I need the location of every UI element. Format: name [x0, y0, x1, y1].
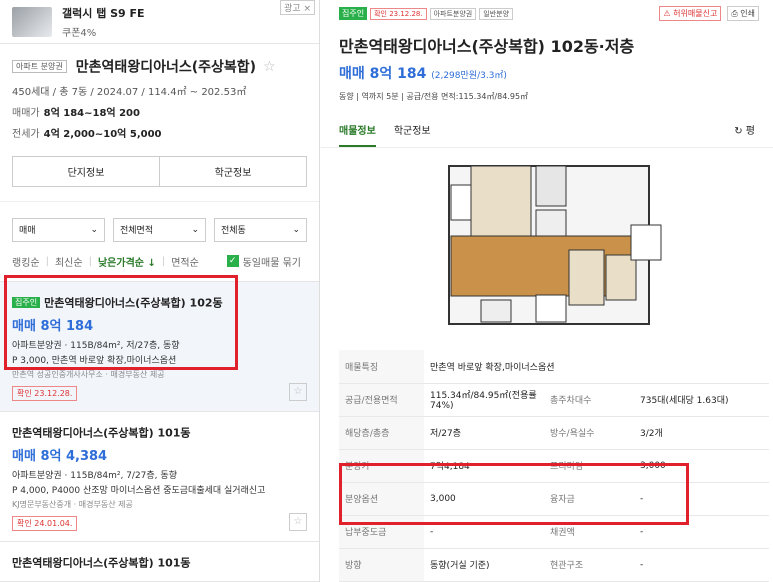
building-select[interactable]: 전체동 ⌄ — [214, 217, 307, 242]
complex-title: 만촌역태왕디아너스(주상복합) — [75, 59, 257, 76]
item-title: 만촌역태왕디아너스(주상복합) 101동 — [12, 426, 191, 439]
chevron-down-icon: ⌄ — [191, 224, 199, 235]
sort-area[interactable]: 면적순 — [171, 254, 199, 269]
complex-buttons: 단지정보 학군정보 — [12, 155, 307, 187]
complex-summary: 아파트 분양권 만촌역태왕디아너스(주상복합) ☆ 450세대 / 총 7동 /… — [0, 44, 319, 140]
star-icon[interactable]: ☆ — [263, 59, 276, 75]
chevron-down-icon: ⌄ — [90, 224, 98, 235]
item-price: 매매 8억 4,384 — [12, 448, 108, 464]
ad-thumbnail — [12, 6, 52, 37]
tab-listing-info[interactable]: 매물정보 — [339, 122, 376, 147]
complex-info-button[interactable]: 단지정보 — [13, 157, 159, 186]
lease-price-row: 전세가 4억 2,000~10억 5,000 — [12, 125, 307, 140]
print-button[interactable]: ⎙ 인쇄 — [727, 6, 759, 21]
lease-price-value: 4억 2,000~10억 5,000 — [43, 128, 162, 140]
item-source: KJ명문부동산중개 · 매경부동산 제공 — [12, 499, 133, 509]
detail-summary: 동향 | 역까지 5분 | 공급/전용 면적:115.34㎡/84.95㎡ — [339, 92, 529, 101]
ad-banner[interactable]: 갤럭시 탭 S9 FE 쿠폰4% 광고 × — [0, 0, 319, 44]
siren-icon: ⚠ — [663, 9, 671, 18]
table-row: 방향 동향(거실 기준) 현관구조 - — [339, 548, 769, 582]
ad-title: 갤럭시 탭 S9 FE — [62, 6, 145, 20]
sort-ranking[interactable]: 랭킹순 — [12, 254, 40, 269]
report-button[interactable]: ⚠ 허위매물신고 — [659, 6, 722, 21]
area-unit-toggle[interactable]: ↻ 평 — [734, 122, 755, 147]
detail-header-tags: 집주인 확인 23.12.28. 아파트분양권 일반분양 ⚠ 허위매물신고 ⎙ … — [321, 0, 773, 21]
floor-plan-image — [448, 165, 662, 325]
item-source: 만촌역 성공인중개사사무소 · 매경부동산 제공 — [12, 369, 165, 379]
sort-bar: 랭킹순 | 최신순 | 낮은가격순 ↓ | 면적순 ✓ 동일매물 묶기 — [0, 242, 319, 269]
confirm-tag: 확인 23.12.28. — [370, 7, 427, 20]
sale-price-value: 8억 184~18억 200 — [43, 107, 140, 119]
filter-bar: 매매 ⌄ 전체면적 ⌄ 전체동 ⌄ — [0, 200, 319, 242]
detail-price-unit: (2,298만원/3.3㎡) — [431, 71, 507, 81]
sale-tag: 일반분양 — [479, 7, 514, 20]
sale-price-row: 매매가 8억 184~18억 200 — [12, 104, 307, 119]
ad-subtitle: 쿠폰4% — [62, 27, 97, 39]
detail-price: 매매 8억 184 (2,298만원/3.3㎡) — [339, 66, 507, 82]
star-icon[interactable]: ☆ — [289, 512, 307, 531]
group-same-listing-checkbox[interactable]: ✓ 동일매물 묶기 — [226, 254, 307, 269]
highlight-box — [339, 463, 689, 525]
item-desc2: P 4,000, P4000 산조망 마이너스옵션 중도금대출세대 실거래신고 — [12, 485, 266, 496]
print-icon: ⎙ — [731, 9, 738, 18]
detail-panel: 집주인 확인 23.12.28. 아파트분양권 일반분양 ⚠ 허위매물신고 ⎙ … — [321, 0, 773, 582]
item-title: 만촌역태왕디아너스(주상복합) 101동 — [12, 556, 191, 569]
item-desc: 아파트분양권 · 115B/84m², 7/27층, 동향 — [12, 470, 177, 481]
type-tag: 아파트분양권 — [429, 7, 477, 20]
listing-panel: 갤럭시 탭 S9 FE 쿠폰4% 광고 × 아파트 분양권 만촌역태왕디아너스(… — [0, 0, 320, 582]
complex-tag: 아파트 분양권 — [12, 60, 67, 73]
lease-price-label: 전세가 — [12, 128, 40, 140]
table-row: 공급/전용면적 115.34㎡/84.95㎡(전용률74%) 총주차대수 735… — [339, 383, 769, 417]
highlight-box — [4, 275, 238, 370]
table-row: 매물특징 만촌역 바로앞 확장,마이너스옵션 — [339, 350, 769, 384]
confirm-badge: 확인 23.12.28. — [12, 385, 78, 401]
sale-price-label: 매매가 — [12, 107, 40, 119]
school-info-button[interactable]: 학군정보 — [159, 156, 306, 186]
check-icon: ✓ — [226, 255, 239, 267]
star-icon[interactable]: ☆ — [289, 382, 307, 401]
refresh-icon: ↻ — [734, 126, 743, 137]
ad-close-button[interactable]: 광고 × — [280, 0, 315, 15]
tab-school-info[interactable]: 학군정보 — [394, 122, 431, 147]
list-item[interactable]: 만촌역태왕디아너스(주상복합) 101동 — [0, 542, 319, 582]
area-select[interactable]: 전체면적 ⌄ — [113, 217, 206, 242]
trade-type-select[interactable]: 매매 ⌄ — [12, 217, 105, 242]
complex-info: 450세대 / 총 7동 / 2024.07 / 114.4㎡ ~ 202.53… — [12, 86, 247, 98]
table-row: 해당층/총층 저/27층 방수/욕실수 3/2개 — [339, 416, 769, 450]
sort-lowest-price[interactable]: 낮은가격순 ↓ — [98, 254, 156, 269]
owner-badge: 집주인 — [339, 7, 368, 20]
detail-tabs: 매물정보 학군정보 ↻ 평 — [321, 102, 773, 148]
detail-title: 만촌역태왕디아너스(주상복합) 102동·저층 — [339, 37, 635, 56]
sort-latest[interactable]: 최신순 — [55, 254, 83, 269]
chevron-down-icon: ⌄ — [292, 224, 300, 235]
confirm-badge: 확인 24.01.04. — [12, 515, 78, 531]
list-item[interactable]: 만촌역태왕디아너스(주상복합) 101동 매매 8억 4,384 아파트분양권 … — [0, 412, 319, 542]
